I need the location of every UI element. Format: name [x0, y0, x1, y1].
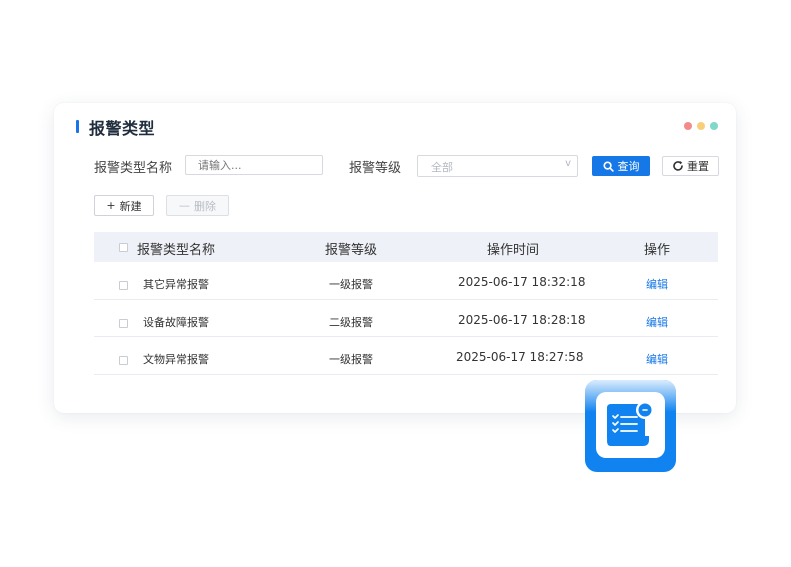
green-dot-icon: [710, 122, 718, 130]
alarm-type-panel: 报警类型 报警类型名称 报警等级 全部 v 查询 重置: [54, 103, 736, 413]
search-icon: [602, 160, 614, 172]
reset-button-label: 重置: [687, 160, 709, 173]
yellow-dot-icon: [697, 122, 705, 130]
table-header: 报警类型名称 报警等级 操作时间 操作: [94, 232, 718, 262]
column-header-level: 报警等级: [325, 243, 378, 258]
query-button-label: 查询: [617, 160, 640, 173]
query-button[interactable]: 查询: [592, 156, 650, 176]
plus-icon: +: [106, 199, 116, 212]
filter-bar: 报警类型名称 报警等级 全部 v 查询 重置: [94, 155, 719, 179]
column-header-time: 操作时间: [487, 243, 540, 258]
edit-link[interactable]: 编辑: [646, 351, 668, 367]
alarm-type-table: 报警类型名称 报警等级 操作时间 操作 其它异常报警 一级报警 2025-06-…: [94, 232, 718, 375]
table-row: 其它异常报警 一级报警 2025-06-17 18:32:18 编辑: [94, 262, 718, 300]
document-checklist-icon: [585, 380, 676, 472]
alarm-name-cell: 设备故障报警: [143, 315, 209, 329]
row-checkbox[interactable]: [119, 356, 128, 365]
chevron-down-icon: v: [565, 158, 571, 169]
alarm-level-cell: 一级报警: [329, 278, 373, 291]
window-dots: [684, 122, 718, 130]
panel-header: 报警类型: [54, 103, 736, 149]
name-filter-label: 报警类型名称: [94, 161, 173, 176]
level-filter-select[interactable]: 全部 v: [417, 155, 578, 177]
operation-time-cell: 2025-06-17 18:27:58: [456, 350, 584, 364]
delete-button-label: 删除: [194, 199, 216, 213]
new-button-label: 新建: [119, 199, 142, 213]
select-all-checkbox[interactable]: [119, 243, 128, 252]
minus-icon: —: [179, 199, 190, 212]
operation-time-cell: 2025-06-17 18:32:18: [458, 275, 586, 289]
table-row: 设备故障报警 二级报警 2025-06-17 18:28:18 编辑: [94, 300, 718, 337]
edit-link[interactable]: 编辑: [646, 276, 668, 292]
level-filter-label: 报警等级: [349, 161, 402, 176]
column-header-action: 操作: [644, 243, 671, 258]
title-accent-bar: [76, 120, 79, 133]
delete-button[interactable]: — 删除: [166, 195, 229, 216]
new-button[interactable]: + 新建: [94, 195, 154, 216]
row-checkbox[interactable]: [119, 281, 128, 290]
red-dot-icon: [684, 122, 692, 130]
alarm-name-cell: 其它异常报警: [143, 278, 209, 291]
table-row: 文物异常报警 一级报警 2025-06-17 18:27:58 编辑: [94, 337, 718, 375]
row-checkbox[interactable]: [119, 318, 128, 328]
page-title: 报警类型: [89, 119, 156, 138]
operation-time-cell: 2025-06-17 18:28:18: [458, 312, 586, 327]
alarm-name-cell: 文物异常报警: [143, 353, 209, 366]
edit-link[interactable]: 编辑: [646, 314, 668, 330]
level-select-value: 全部: [431, 161, 453, 174]
refresh-icon: [673, 161, 683, 171]
alarm-level-cell: 一级报警: [329, 353, 373, 366]
column-header-name: 报警类型名称: [137, 243, 216, 258]
name-filter-input[interactable]: [185, 155, 323, 175]
reset-button[interactable]: 重置: [662, 156, 719, 176]
alarm-level-cell: 二级报警: [329, 315, 373, 329]
